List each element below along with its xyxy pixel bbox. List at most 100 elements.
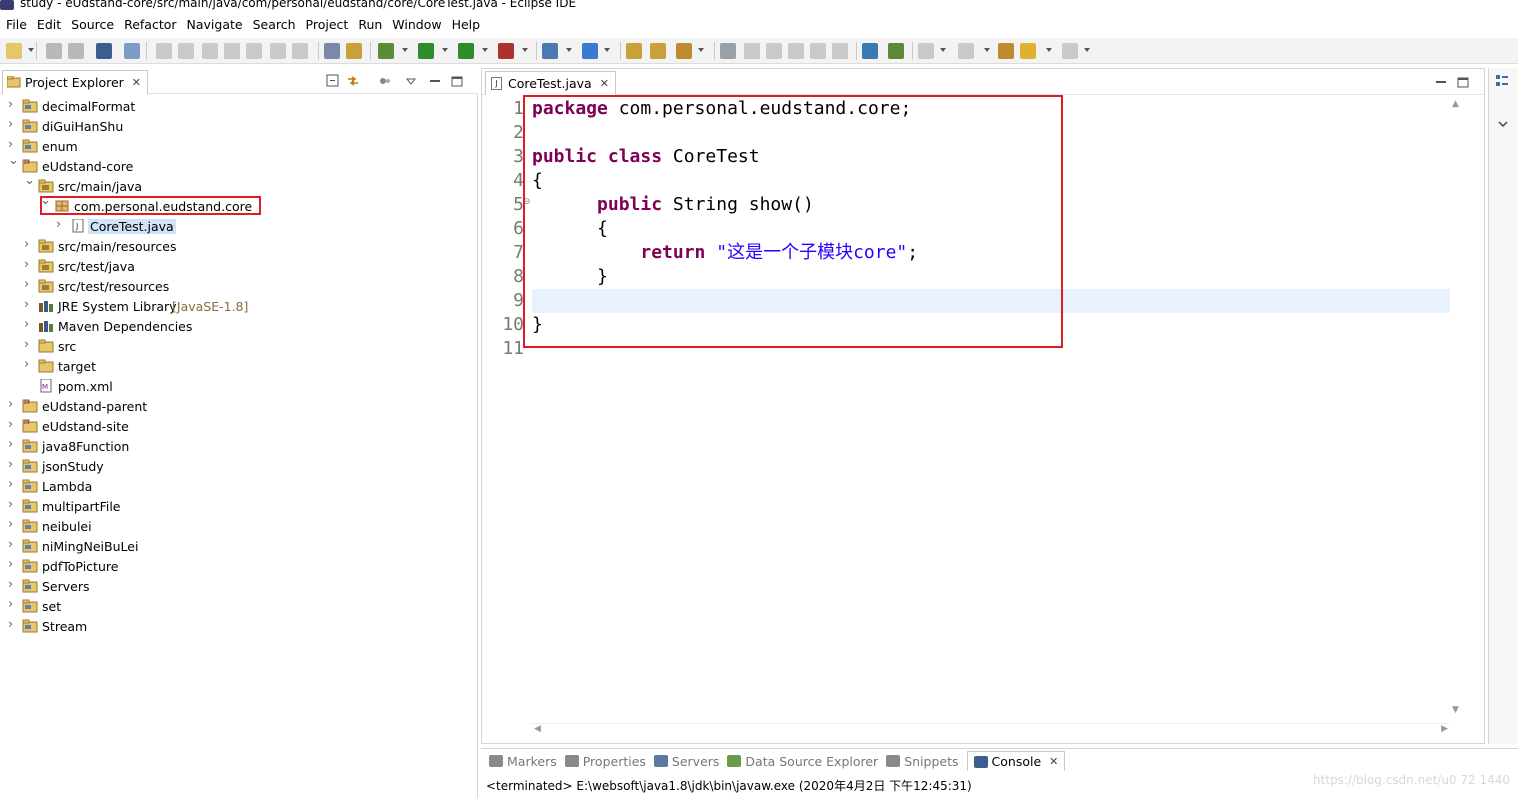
next-annotation-icon[interactable] (918, 43, 934, 59)
chevron-right-icon[interactable]: › (56, 218, 64, 231)
view-menu-icon[interactable] (404, 74, 418, 88)
chevron-right-icon[interactable]: › (8, 478, 16, 491)
tree-item-eudstand-core[interactable]: ⌄ MeUdstand-core (0, 154, 478, 176)
chevron-right-icon[interactable]: › (8, 498, 16, 511)
forward-icon[interactable] (1062, 43, 1078, 59)
suspend-icon[interactable] (178, 43, 194, 59)
menu-file[interactable]: File (6, 17, 27, 32)
new-class-icon[interactable] (582, 43, 598, 59)
tree-item-src-test-java[interactable]: › src/test/java (0, 256, 478, 276)
run-icon[interactable] (418, 43, 434, 59)
menu-navigate[interactable]: Navigate (187, 17, 243, 32)
chevron-right-icon[interactable]: › (8, 578, 16, 591)
close-icon[interactable]: ✕ (1049, 755, 1058, 768)
step-over-icon[interactable] (270, 43, 286, 59)
menu-edit[interactable]: Edit (37, 17, 61, 32)
dropdown-arrow-icon[interactable] (28, 48, 34, 52)
open-type-icon[interactable] (626, 43, 642, 59)
tab-coretest-java[interactable]: J CoreTest.java ✕ (485, 71, 616, 95)
tree-item-src[interactable]: › src (0, 336, 478, 356)
chevron-right-icon[interactable]: › (24, 318, 32, 331)
tab-data-source-explorer[interactable]: Data Source Explorer (727, 754, 878, 769)
link-editor-icon[interactable] (346, 74, 360, 88)
maximize-icon[interactable] (450, 74, 464, 88)
dropdown-arrow-icon[interactable] (566, 48, 572, 52)
save-all-icon[interactable] (68, 43, 84, 59)
resume-icon[interactable] (156, 43, 172, 59)
tree-item-jre-system-library[interactable]: › JRE System Library [JavaSE-1.8] (0, 296, 478, 316)
minimize-icon[interactable] (1434, 75, 1448, 89)
tree-item-set[interactable]: › set (0, 596, 478, 616)
chevron-down-icon[interactable]: ⌄ (8, 154, 19, 167)
tab-properties[interactable]: Properties (564, 754, 646, 769)
vertical-scrollbar[interactable]: ▲ ▼ (1450, 97, 1464, 717)
chevron-right-icon[interactable]: › (8, 538, 16, 551)
globe-icon[interactable] (862, 43, 878, 59)
stop-icon[interactable] (202, 43, 218, 59)
tree-item-pom-xml[interactable]: Mpom.xml (0, 376, 478, 396)
tree-item-java8function[interactable]: › java8Function (0, 436, 478, 456)
skip-breakpoints-icon[interactable] (124, 43, 140, 59)
chevron-right-icon[interactable]: › (8, 118, 16, 131)
block-icon[interactable] (788, 43, 804, 59)
tree-item-target[interactable]: › target (0, 356, 478, 376)
tree-item-src-main-resources[interactable]: › src/main/resources (0, 236, 478, 256)
menu-help[interactable]: Help (452, 17, 481, 32)
tree-item-src-test-resources[interactable]: › src/test/resources (0, 276, 478, 296)
dropdown-arrow-icon[interactable] (402, 48, 408, 52)
disconnect-icon[interactable] (224, 43, 240, 59)
collapse-all-icon[interactable] (326, 74, 340, 88)
tab-markers[interactable]: Markers (489, 754, 557, 769)
tree-item-decimalformat[interactable]: › decimalFormat (0, 96, 478, 116)
new-icon[interactable] (6, 43, 22, 59)
tree-item-src-main-java[interactable]: ⌄ src/main/java (0, 174, 478, 196)
chevron-right-icon[interactable]: › (8, 598, 16, 611)
step-into-icon[interactable] (246, 43, 262, 59)
new-server-icon[interactable] (542, 43, 558, 59)
external-tools-icon[interactable] (498, 43, 514, 59)
back-icon[interactable] (1020, 43, 1036, 59)
show-whitespace-icon[interactable] (810, 43, 826, 59)
annotation-icon[interactable] (720, 43, 736, 59)
refresh-icon[interactable] (888, 43, 904, 59)
debug-icon[interactable] (378, 43, 394, 59)
chevron-right-icon[interactable]: › (24, 338, 32, 351)
edit-icon[interactable] (744, 43, 760, 59)
bookmark-icon[interactable] (346, 43, 362, 59)
maximize-icon[interactable] (1456, 75, 1470, 89)
dropdown-arrow-icon[interactable] (442, 48, 448, 52)
menu-project[interactable]: Project (306, 17, 349, 32)
terminal-icon[interactable] (96, 43, 112, 59)
tree-item-pdftopicture[interactable]: › pdfToPicture (0, 556, 478, 576)
chevron-right-icon[interactable]: › (24, 278, 32, 291)
chevron-right-icon[interactable]: › (8, 138, 16, 151)
tree-item-multipartfile[interactable]: › multipartFile (0, 496, 478, 516)
wand-icon[interactable] (766, 43, 782, 59)
chevron-right-icon[interactable]: › (8, 558, 16, 571)
tab-console[interactable]: Console ✕ (966, 751, 1066, 771)
chevron-down-icon[interactable]: ⌄ (24, 174, 35, 187)
search-icon[interactable] (676, 43, 692, 59)
coverage-icon[interactable] (458, 43, 474, 59)
chevron-right-icon[interactable]: › (24, 238, 32, 251)
pilcrow-icon[interactable] (832, 43, 848, 59)
tree-item-jsonstudy[interactable]: › jsonStudy (0, 456, 478, 476)
tree-item-eudstand-site[interactable]: › MeUdstand-site (0, 416, 478, 436)
dropdown-arrow-icon[interactable] (940, 48, 946, 52)
open-task-icon[interactable] (650, 43, 666, 59)
task-list-icon[interactable] (324, 43, 340, 59)
tree-item-nimingneibulei[interactable]: › niMingNeiBuLei (0, 536, 478, 556)
menu-source[interactable]: Source (71, 17, 114, 32)
chevron-right-icon[interactable]: › (8, 618, 16, 631)
tree-item-maven-dependencies[interactable]: › Maven Dependencies (0, 316, 478, 336)
chevron-right-icon[interactable]: › (8, 438, 16, 451)
step-return-icon[interactable] (292, 43, 308, 59)
chevron-right-icon[interactable]: › (24, 358, 32, 371)
dropdown-arrow-icon[interactable] (522, 48, 528, 52)
tree-item-coretest-java[interactable]: › J CoreTest.java (0, 216, 478, 236)
filter-icon[interactable] (378, 74, 392, 88)
horizontal-scrollbar[interactable]: ◀ ▶ (532, 723, 1450, 737)
last-edit-icon[interactable] (998, 43, 1014, 59)
menu-window[interactable]: Window (392, 17, 441, 32)
save-icon[interactable] (46, 43, 62, 59)
